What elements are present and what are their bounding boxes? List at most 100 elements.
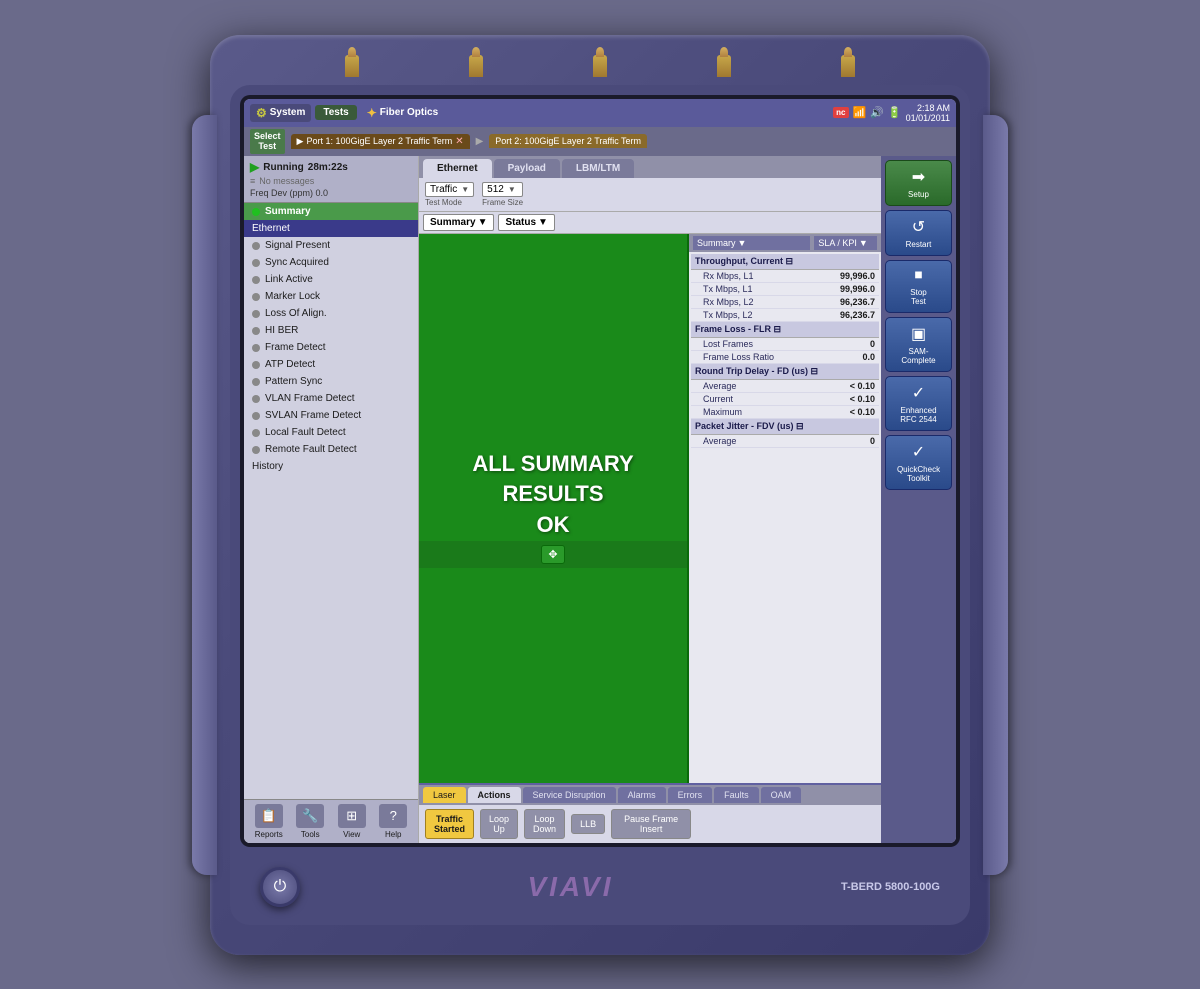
btn-loop-up[interactable]: LoopUp [480,809,518,839]
frame-size-dropdown[interactable]: 512 ▼ [482,182,523,197]
fiber-menu[interactable]: ✦ Fiber Optics [361,104,444,122]
model-text: T-BERD 5800-100G [841,881,940,893]
tab-faults[interactable]: Faults [714,787,759,803]
nav-local-label: Local Fault Detect [265,427,346,438]
select-test-label[interactable]: Select Test [250,129,285,155]
test-mode-group: Traffic ▼ Test Mode [425,182,474,207]
btn-quickcheck[interactable]: ✓ QuickCheckToolkit [885,435,952,490]
help-label: Help [385,830,401,839]
nav-item-link[interactable]: Link Active [244,271,418,288]
tab-errors[interactable]: Errors [668,787,713,803]
green-line3: OK [472,510,633,541]
summary-dot [252,208,260,216]
running-label: Running [263,162,304,173]
summary-row: Summary ▼ Status ▼ [419,212,881,234]
btn-loop-down[interactable]: LoopDown [524,809,565,839]
main-content: Ethernet Payload LBM/LTM Traffic ▼ [419,156,881,842]
right-sidebar: ➡ Setup ↺ Restart ⏹ StopTest ▣ [881,156,956,842]
data-panel: Summary ▼ SLA / KPI ▼ [689,234,881,782]
row-rx-l1: Rx Mbps, L1 99,996.0 [691,270,879,283]
port1-tab[interactable]: ▶ Port 1: 100GigE Layer 2 Traffic Term ✕ [291,134,470,149]
summary-dropdown-left[interactable]: Summary ▼ [423,214,494,231]
tab-oam[interactable]: OAM [761,787,802,803]
tab-lbm[interactable]: LBM/LTM [562,159,634,178]
nav-item-marker[interactable]: Marker Lock [244,288,418,305]
btn-pause-frame[interactable]: Pause FrameInsert [611,809,691,839]
tx-l2-label: Tx Mbps, L2 [695,310,818,320]
link-dot [252,276,260,284]
nav-item-vlan[interactable]: VLAN Frame Detect [244,390,418,407]
nav-item-local[interactable]: Local Fault Detect [244,424,418,441]
tx-l1-label: Tx Mbps, L1 [695,284,818,294]
controls-row: Traffic ▼ Test Mode 512 ▼ Frame S [419,178,881,212]
btn-stop-test[interactable]: ⏹ StopTest [885,260,952,313]
play-icon: ▶ [250,160,259,174]
btn-setup[interactable]: ➡ Setup [885,160,952,206]
row-lost-frames: Lost Frames 0 [691,338,879,351]
port2-tab[interactable]: Port 2: 100GigE Layer 2 Traffic Term [489,134,647,148]
bottom-nav: 📋 Reports 🔧 Tools ⊞ View [244,799,418,843]
nav-item-lossalign[interactable]: Loss Of Align. [244,305,418,322]
reports-label: Reports [255,830,283,839]
tools-btn[interactable]: 🔧 Tools [296,804,324,839]
nav-remote-label: Remote Fault Detect [265,444,357,455]
reports-btn[interactable]: 📋 Reports [255,804,283,839]
port-separator: ▶ [476,136,484,147]
nav-framedetect-label: Frame Detect [265,342,326,353]
nav-sync-label: Sync Acquired [265,257,329,268]
nav-item-summary[interactable]: Summary [244,203,418,220]
content-area: ▶ Running 28m:22s ≡ No messages Freq Dev… [244,156,956,842]
throughput-header-text: Throughput, Current ⊟ [695,256,793,267]
tab-laser[interactable]: Laser [423,787,466,803]
tab-actions[interactable]: Actions [468,787,521,803]
nav-item-remote[interactable]: Remote Fault Detect [244,441,418,458]
running-time: 28m:22s [308,162,348,173]
frame-size-label: Frame Size [482,198,523,207]
nav-item-svlan[interactable]: SVLAN Frame Detect [244,407,418,424]
tab-service-disruption[interactable]: Service Disruption [523,787,616,803]
left-grip [192,115,217,875]
nav-item-ethernet[interactable]: Ethernet [244,220,418,237]
nav-item-pattern[interactable]: Pattern Sync [244,373,418,390]
vlan-dot [252,395,260,403]
hiber-dot [252,327,260,335]
col-summary-arrow: ▼ [738,238,747,248]
btn-enhanced-rfc[interactable]: ✓ EnhancedRFC 2544 [885,376,952,431]
running-bar: ▶ Running 28m:22s ≡ No messages Freq Dev… [244,156,418,203]
max-value: < 0.10 [818,407,875,417]
lost-frames-label: Lost Frames [695,339,818,349]
btn-llb[interactable]: LLB [571,814,605,834]
tab-alarms[interactable]: Alarms [618,787,666,803]
nav-item-history[interactable]: History [244,458,418,475]
port1-close[interactable]: ✕ [455,136,463,147]
row-rx-l2: Rx Mbps, L2 96,236.7 [691,296,879,309]
clock: 2:18 AM [906,103,950,113]
view-icon: ⊞ [338,804,366,828]
nav-item-framedetect[interactable]: Frame Detect [244,339,418,356]
nav-item-signal[interactable]: Signal Present [244,237,418,254]
help-btn[interactable]: ? Help [379,804,407,839]
sync-dot [252,259,260,267]
tab-payload[interactable]: Payload [494,159,560,178]
split-content: ALL SUMMARY RESULTS OK ✥ [419,234,881,782]
nav-atp-label: ATP Detect [265,359,315,370]
btn-traffic-started[interactable]: TrafficStarted [425,809,474,839]
lossalign-dot [252,310,260,318]
btn-restart[interactable]: ↺ Restart [885,210,952,256]
view-btn[interactable]: ⊞ View [338,804,366,839]
summary-dropdown-right[interactable]: Status ▼ [498,214,554,231]
nav-list: Summary Ethernet Signal Present [244,203,418,798]
tab-ethernet[interactable]: Ethernet [423,159,492,178]
system-menu[interactable]: ⚙ System [250,104,311,122]
nav-arrow-btn[interactable]: ✥ [541,545,564,564]
tests-menu[interactable]: Tests [315,105,356,120]
green-line1: ALL SUMMARY [472,449,633,480]
antenna-2 [469,55,483,77]
test-mode-dropdown[interactable]: Traffic ▼ [425,182,474,197]
restart-icon: ↺ [912,217,925,237]
nav-item-sync[interactable]: Sync Acquired [244,254,418,271]
btn-sam-complete[interactable]: ▣ SAM-Complete [885,317,952,372]
nav-item-hiber[interactable]: HI BER [244,322,418,339]
power-button[interactable]: ⏻ [260,867,300,907]
nav-item-atp[interactable]: ATP Detect [244,356,418,373]
